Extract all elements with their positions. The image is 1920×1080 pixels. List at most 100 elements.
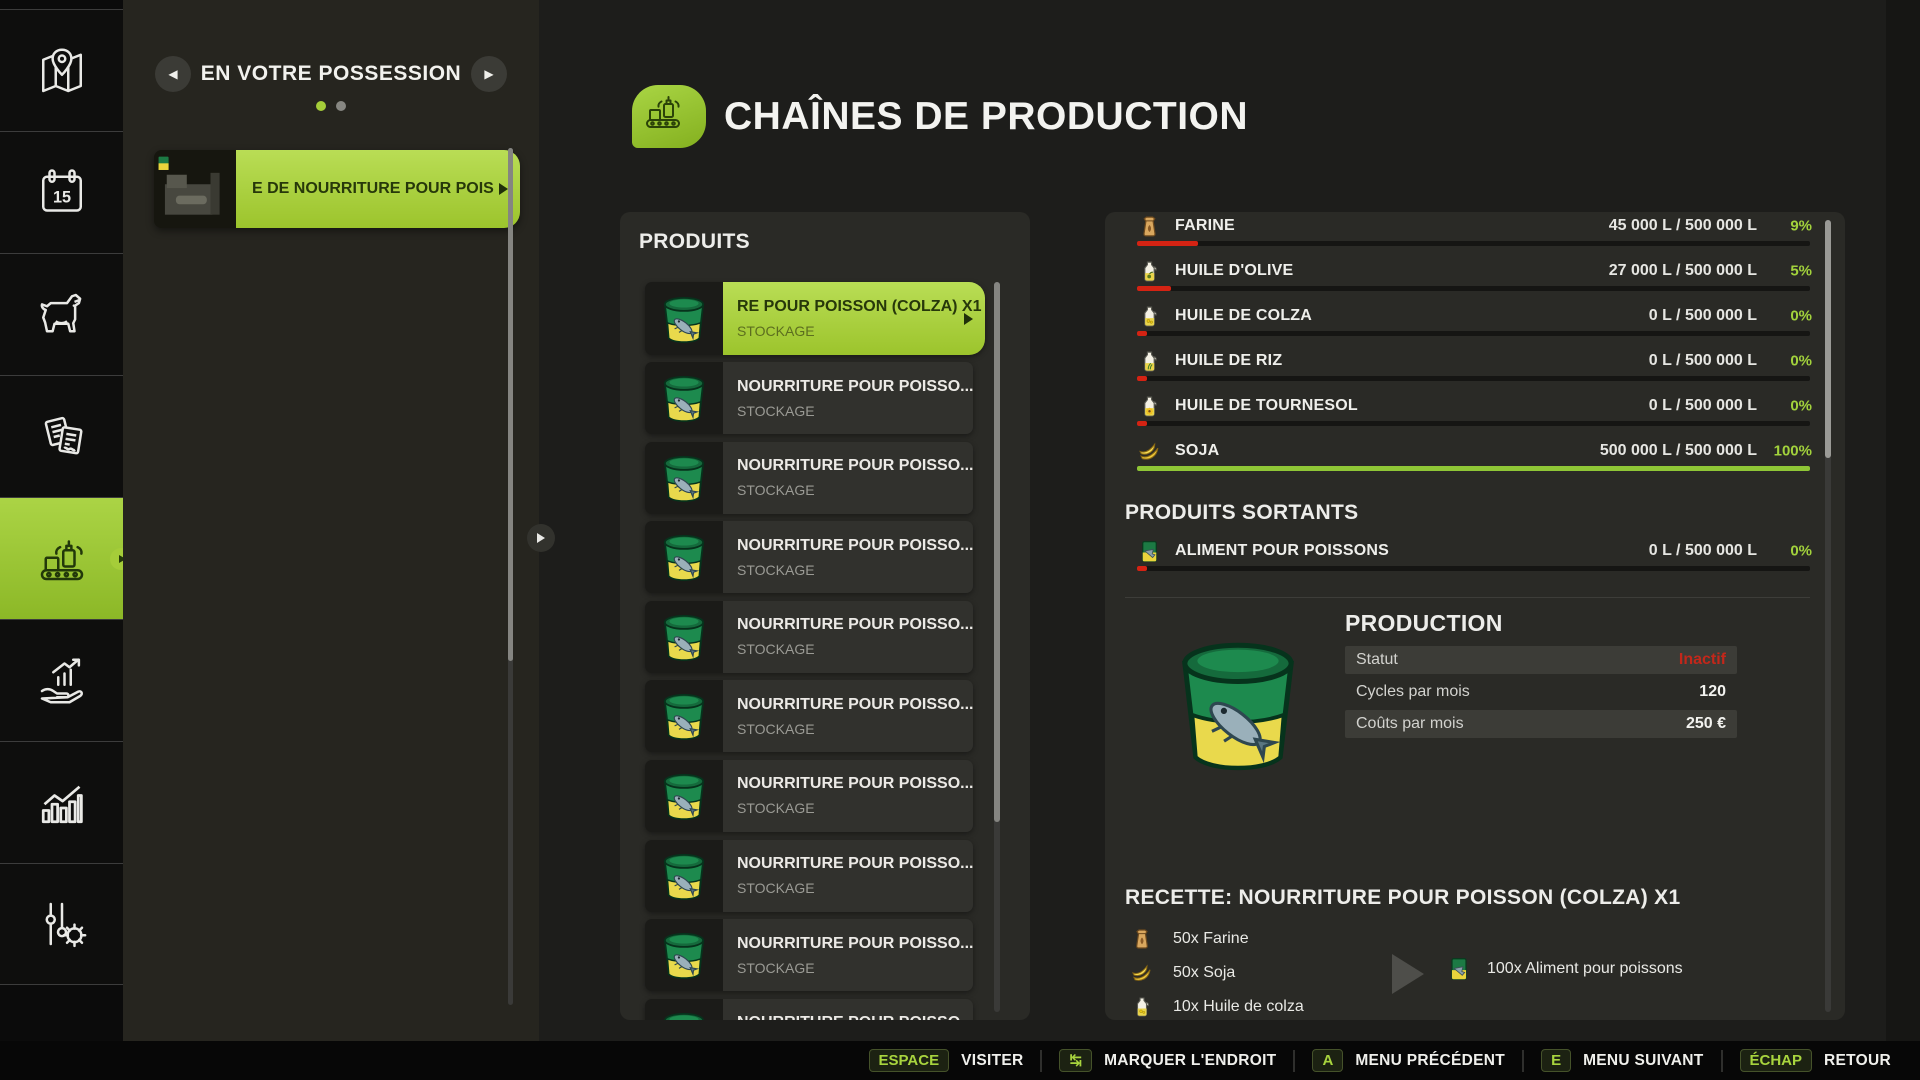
product-subtitle: STOCKAGE (737, 880, 973, 896)
main-nav-sidebar: 15 (0, 0, 123, 1041)
recipe-arrow-icon (1392, 954, 1424, 994)
fill-level-value (1137, 466, 1810, 471)
flour-sack-icon (1130, 927, 1154, 951)
key-action-label: VISITER (961, 1052, 1023, 1070)
product-item[interactable]: NOURRITURE POUR POISSO... STOCKAGE (645, 362, 967, 434)
product-item[interactable]: NOURRITURE POUR POISSO... STOCKAGE (645, 840, 967, 912)
key-action-label: RETOUR (1824, 1052, 1891, 1070)
key-hint[interactable]: E MENU SUIVANT (1522, 1050, 1720, 1072)
output-good-row: ALIMENT POUR POISSONS 0 L / 500 000 L 0% (1105, 528, 1845, 573)
sidebar-item-map[interactable] (0, 9, 123, 131)
good-percent: 0% (1758, 397, 1812, 414)
stat-label: Cycles par mois (1356, 683, 1470, 701)
scrollbar-thumb[interactable] (1825, 220, 1831, 458)
fish-food-bag-icon (1137, 539, 1162, 564)
key-action-label: MENU PRÉCÉDENT (1355, 1052, 1505, 1070)
owned-item-name: E DE NOURRITURE POUR POIS (252, 180, 494, 198)
scrollbar-thumb[interactable] (508, 148, 513, 661)
flour-sack-icon (1137, 214, 1162, 239)
fish-food-bag-icon (1446, 956, 1472, 982)
possession-title: EN VOTRE POSSESSION (201, 62, 461, 86)
fill-level-value (1137, 566, 1147, 571)
finances-icon (32, 651, 92, 711)
input-good-row: HUILE DE RIZ 0 L / 500 000 L 0% (1105, 338, 1845, 383)
key-cap: ÉCHAP (1740, 1049, 1813, 1072)
fish-food-bucket-thumbnail (645, 680, 723, 752)
sidebar-item-calendar[interactable]: 15 (0, 131, 123, 253)
production-chains-icon (632, 85, 706, 148)
products-heading: PRODUITS (639, 230, 750, 254)
good-percent: 100% (1758, 442, 1812, 459)
good-percent: 0% (1758, 307, 1812, 324)
right-arrow-icon: ▶ (484, 67, 493, 81)
page-dot[interactable] (336, 101, 346, 111)
possession-scrollbar[interactable] (508, 148, 513, 1005)
possession-prev-button[interactable]: ◀ (155, 56, 191, 92)
sidebar-item-animals[interactable] (0, 253, 123, 375)
stat-label: Coûts par mois (1356, 715, 1464, 733)
production-chains-screen: 15 (0, 0, 1920, 1080)
good-name: HUILE DE TOURNESOL (1175, 397, 1358, 415)
right-gutter (1886, 0, 1920, 1041)
key-hint[interactable]: A MENU PRÉCÉDENT (1293, 1050, 1522, 1072)
fish-food-bucket-thumbnail (645, 919, 723, 991)
good-name: HUILE DE RIZ (1175, 352, 1282, 370)
map-icon (32, 41, 92, 101)
sidebar-item-contracts[interactable] (0, 375, 123, 497)
recipe-input-text: 50x Farine (1173, 930, 1249, 948)
product-item-selected[interactable]: RE POUR POISSON (COLZA) X1 STOCKAGE (645, 282, 967, 355)
key-hint[interactable]: ÉCHAP RETOUR (1721, 1050, 1908, 1072)
sidebar-item-statistics[interactable] (0, 741, 123, 863)
fish-food-bucket-thumbnail (645, 282, 723, 355)
scrollbar-thumb[interactable] (994, 282, 1000, 822)
left-arrow-icon: ◀ (168, 67, 177, 81)
canola-oil-jug-icon (1137, 304, 1162, 329)
key-hint[interactable]: ↹ MARQUER L'ENDROIT (1040, 1050, 1293, 1072)
product-title: NOURRITURE POUR POISSO... (737, 378, 973, 396)
sidebar-item-settings[interactable] (0, 863, 123, 985)
right-arrow-icon (537, 533, 545, 543)
product-item[interactable]: NOURRITURE POUR POISSO... STOCKAGE (645, 680, 967, 752)
product-subtitle: STOCKAGE (737, 721, 973, 737)
good-name: ALIMENT POUR POISSONS (1175, 542, 1389, 560)
fill-level-value (1137, 376, 1147, 381)
details-scrollbar[interactable] (1825, 220, 1831, 1012)
input-good-row: HUILE DE COLZA 0 L / 500 000 L 0% (1105, 293, 1845, 338)
key-hint[interactable]: ESPACE VISITER (852, 1050, 1041, 1072)
product-item[interactable]: NOURRITURE POUR POISSO... STOCKAGE (645, 442, 967, 514)
stat-value: Inactif (1679, 651, 1726, 669)
product-item[interactable]: NOURRITURE POUR POISSO... STOCKAGE (645, 760, 967, 832)
product-item[interactable]: NOURRITURE POUR POISSO... STOCKAGE (645, 919, 967, 991)
recipe-input-row: 50x Soja (1130, 956, 1304, 990)
recipe-input-row: 50x Farine (1130, 922, 1304, 956)
fish-food-bucket-image (1163, 624, 1313, 784)
production-stat-row: Statut Inactif (1345, 646, 1737, 674)
good-amount: 45 000 L / 500 000 L (1609, 217, 1757, 235)
pagination-dots (123, 101, 539, 111)
good-amount: 0 L / 500 000 L (1649, 307, 1757, 325)
owned-production-item[interactable]: E DE NOURRITURE POUR POIS (154, 150, 492, 228)
sidebar-item-production[interactable] (0, 497, 123, 619)
soybean-icon (1137, 439, 1162, 464)
expand-panel-button[interactable] (527, 524, 555, 552)
good-percent: 0% (1758, 542, 1812, 559)
sidebar-item-finances[interactable] (0, 619, 123, 741)
recipe-inputs-list: 50x Farine 50x Soja 10x Huile de colza (1130, 922, 1304, 1020)
product-item[interactable]: NOURRITURE POUR POISSO... STOCKAGE (645, 521, 967, 593)
product-item[interactable]: NOURRITURE POUR POISSO... STOCKAGE (645, 999, 967, 1020)
product-item[interactable]: NOURRITURE POUR POISSO... STOCKAGE (645, 601, 967, 673)
fill-level-bar (1137, 376, 1810, 381)
product-subtitle: STOCKAGE (737, 403, 973, 419)
page-dot[interactable] (316, 101, 326, 111)
good-amount: 0 L / 500 000 L (1649, 352, 1757, 370)
products-scrollbar[interactable] (994, 282, 1000, 1012)
products-list: RE POUR POISSON (COLZA) X1 STOCKAGE NOUR… (645, 282, 967, 1020)
fish-food-bucket-thumbnail (645, 362, 723, 434)
owned-item-label: E DE NOURRITURE POUR POIS (236, 150, 520, 228)
production-stats-table: Statut Inactif Cycles par mois 120 Coûts… (1345, 646, 1737, 742)
possession-next-button[interactable]: ▶ (471, 56, 507, 92)
good-amount: 500 000 L / 500 000 L (1600, 442, 1757, 460)
stat-value: 250 € (1686, 715, 1726, 733)
settings-icon (32, 894, 92, 954)
production-icon (32, 529, 92, 589)
